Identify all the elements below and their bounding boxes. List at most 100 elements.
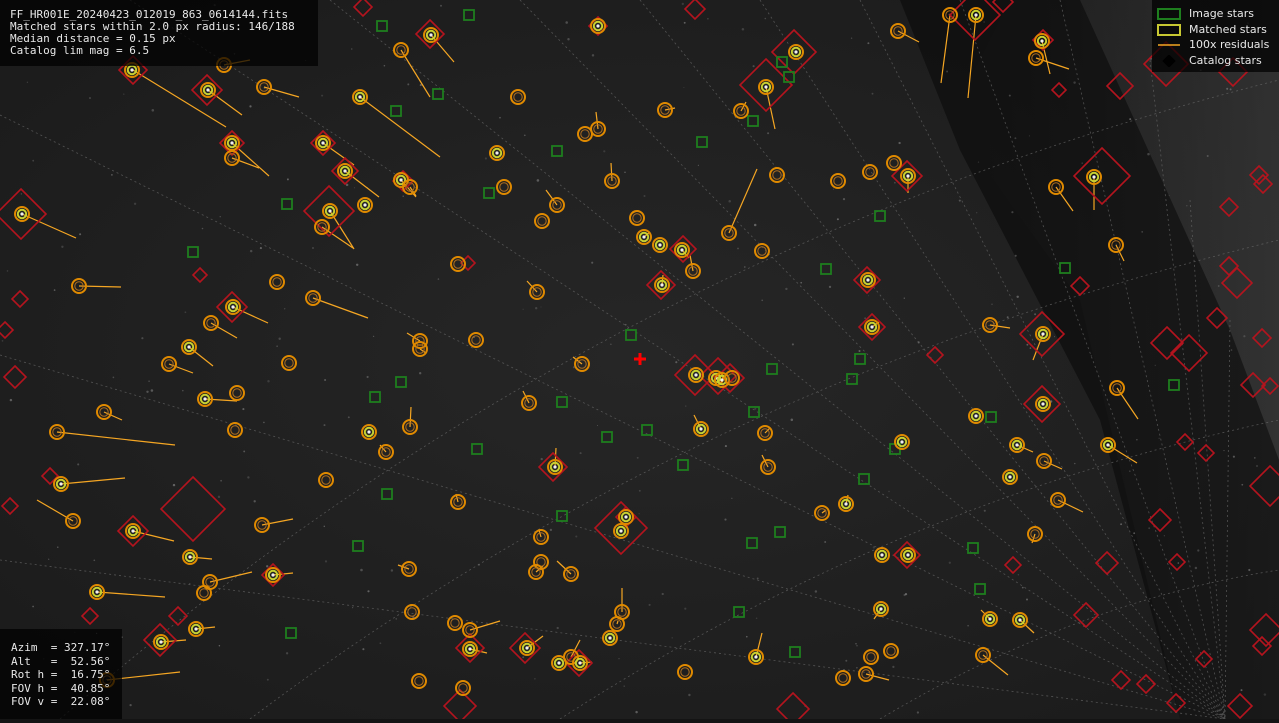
sky-speck [671, 637, 673, 639]
star-core [1018, 618, 1022, 622]
matched-star-marker [864, 319, 880, 335]
matched-star-marker [1009, 437, 1025, 453]
sky-speck [591, 54, 595, 57]
matched-star-marker [652, 237, 668, 253]
sky-speck [1148, 527, 1151, 530]
matched-star-marker [197, 391, 213, 407]
matched-star-marker [1034, 33, 1050, 49]
sky-speck [591, 261, 594, 264]
matched-star-marker [873, 601, 889, 617]
sky-speck [871, 92, 874, 95]
sky-speck [1016, 295, 1019, 299]
sky-speck [32, 159, 35, 162]
sky-speck [983, 509, 986, 512]
sky-speck [419, 372, 422, 375]
sky-speck [1177, 562, 1180, 564]
sky-speck [867, 42, 870, 45]
star-core [194, 627, 198, 631]
matched-star-marker [462, 641, 478, 657]
star-core [720, 378, 724, 382]
sky-speck [707, 17, 709, 20]
matched-star-marker [1035, 396, 1051, 412]
altitude-label: Alt = 52.56° [11, 654, 111, 668]
star-core [880, 553, 884, 557]
red-diamond-icon [1162, 55, 1176, 67]
sky-speck [767, 132, 770, 135]
legend-item-matched-stars: Matched stars [1152, 23, 1279, 37]
sky-speck [976, 212, 978, 214]
matched-star-marker [182, 549, 198, 565]
sky-speck [379, 642, 382, 645]
sky-speck [946, 70, 949, 73]
sky-speck [623, 685, 625, 687]
matched-star-marker [225, 299, 241, 315]
sky-speck [764, 17, 767, 20]
sky-speck [1014, 254, 1017, 257]
matched-star-marker [423, 27, 439, 43]
sky-speck [20, 193, 23, 195]
sky-speck [1090, 354, 1093, 357]
star-core [1092, 175, 1096, 179]
sky-speck [764, 449, 767, 452]
star-core [844, 502, 848, 506]
sky-speck [150, 389, 154, 392]
sky-speck [752, 65, 755, 68]
sky-speck [1206, 154, 1209, 158]
sky-speck [888, 490, 890, 493]
sky-speck [624, 323, 627, 326]
sky-speck [724, 518, 727, 521]
matched-star-marker [322, 203, 338, 219]
sky-speck [731, 497, 733, 499]
matched-star-marker [900, 547, 916, 563]
pointing-info-panel: Azim = 327.17° Alt = 52.56° Rot h = 16.7… [0, 629, 122, 719]
header-info-panel: FF_HR001E_20240423_012019_863_0614144.fi… [0, 0, 318, 66]
matched-star-marker [1035, 326, 1051, 342]
star-core [1015, 443, 1019, 447]
green-square-icon [1157, 8, 1181, 20]
sky-speck [355, 263, 359, 267]
sky-speck [556, 626, 559, 630]
sky-speck [1154, 364, 1156, 367]
matched-star-marker [1012, 612, 1028, 628]
sky-speck [253, 500, 256, 503]
star-core [608, 636, 612, 640]
sky-speck [1240, 689, 1243, 692]
star-core [399, 178, 403, 182]
sky-speck [1011, 211, 1014, 214]
sky-speck [402, 195, 404, 198]
matched-star-marker [860, 272, 876, 288]
sky-speck [1241, 483, 1244, 486]
matched-star-marker [748, 649, 764, 665]
sky-speck [824, 541, 827, 543]
matched-star-marker [224, 135, 240, 151]
sky-speck [484, 157, 487, 160]
star-core [870, 325, 874, 329]
sky-speck [1081, 162, 1083, 164]
sky-speck [635, 710, 638, 714]
matched-star-marker [1100, 437, 1116, 453]
sky-speck [263, 421, 265, 424]
legend-item-image-stars: Image stars [1152, 7, 1279, 21]
legend-item-catalog-stars: Catalog stars [1152, 54, 1279, 68]
sky-speck [9, 398, 13, 402]
sky-speck [312, 247, 314, 249]
sky-speck [1197, 549, 1200, 552]
sky-speck [407, 83, 410, 86]
star-core [367, 430, 371, 434]
sky-speck [951, 635, 954, 638]
sky-speck [688, 693, 691, 697]
sky-speck [728, 199, 731, 203]
sky-speck [1163, 535, 1165, 537]
matched-star-marker [618, 509, 634, 525]
sky-speck [753, 223, 757, 227]
sky-speck [383, 64, 386, 67]
star-core [680, 248, 684, 252]
sky-speck [856, 645, 858, 647]
sky-speck [133, 202, 137, 205]
sky-speck [372, 335, 375, 337]
sky-speck [1232, 455, 1235, 458]
matched-star-marker [714, 372, 730, 388]
sky-speck [610, 343, 612, 345]
sky-speck [220, 479, 222, 482]
sky-speck [1186, 204, 1188, 207]
